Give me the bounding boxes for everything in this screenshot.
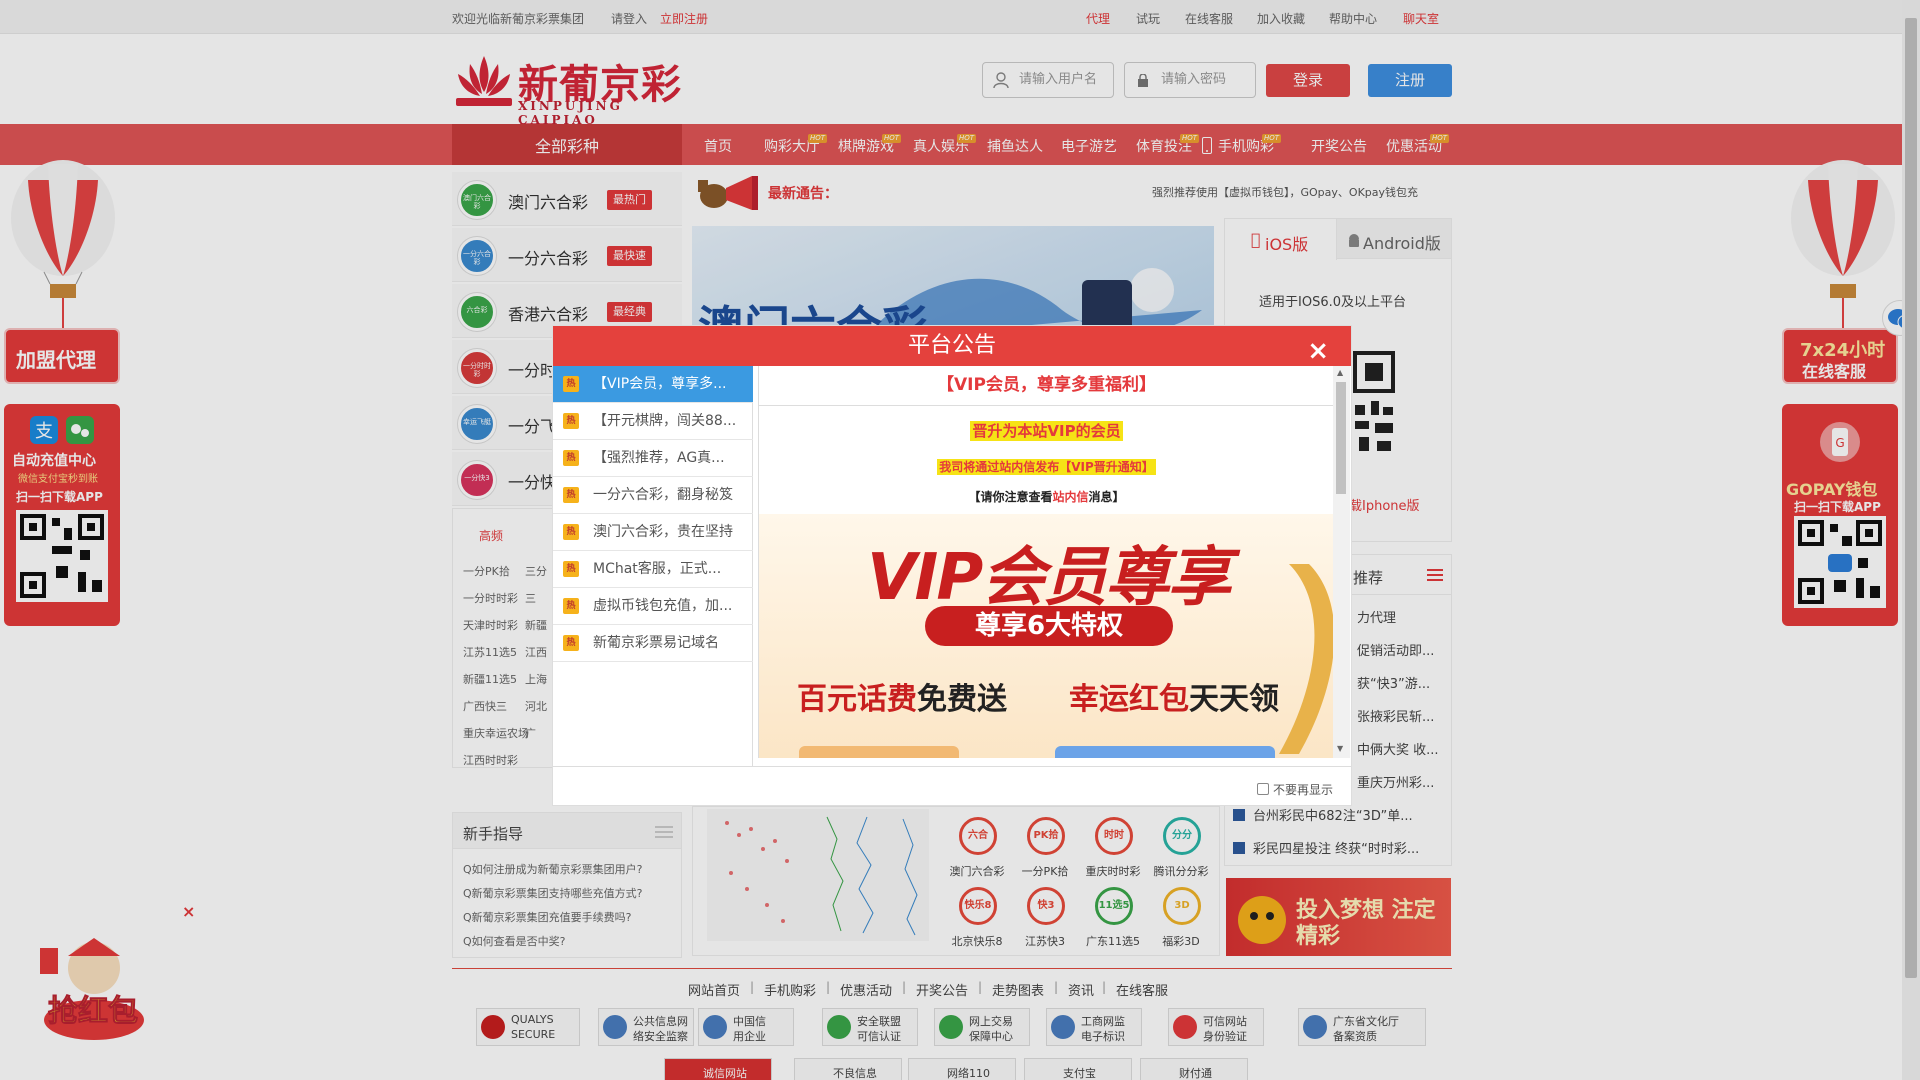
perk-phone-credit: 百元话费免费送 (797, 682, 1007, 717)
dont-show-checkbox[interactable] (1257, 783, 1269, 795)
modal-scrollbar[interactable]: ▲ ▼ (1333, 366, 1350, 758)
vip-poster: VIP会员尊享 尊享6大特权 百元话费免费送 幸运红包天天领 (759, 514, 1333, 758)
modal-scroll-thumb[interactable] (1336, 382, 1346, 494)
inbox-notice-line: 【请你注意查看站内信消息】 (968, 490, 1125, 504)
announcement-title: 新葡京彩票易记域名 (593, 635, 719, 651)
announcement-list: 热【VIP会员，尊享多... 热【开元棋牌，闯关88... 热【强烈推荐，AG真..… (553, 366, 753, 766)
modal-header: 平台公告 × (553, 326, 1351, 366)
hot-mark-icon: 热 (563, 561, 579, 577)
announcement-item[interactable]: 热【开元棋牌，闯关88... (553, 403, 753, 440)
announcement-title: 澳门六合彩，贵在坚持 (593, 524, 733, 540)
close-icon[interactable]: × (1307, 331, 1329, 371)
announcement-item[interactable]: 热 MChat客服，正式... (553, 551, 753, 588)
announcement-title: 【强烈推荐，AG真... (593, 450, 725, 466)
announcement-item[interactable]: 热一分六合彩，翻身秘笈 (553, 477, 753, 514)
modal-footer: 不要再显示 (553, 766, 1351, 807)
announcement-title: 一分六合彩，翻身秘笈 (593, 487, 733, 503)
announcement-item[interactable]: 热澳门六合彩，贵在坚持 (553, 514, 753, 551)
announcement-item[interactable]: 热【VIP会员，尊享多... (553, 366, 753, 403)
vip-big-title: VIP会员尊享 (867, 541, 1231, 615)
announcement-content: 【VIP会员，尊享多重福利】 晋升为本站VIP的会员 我司将通过站内信发布【VI… (758, 366, 1333, 758)
gold-ribbon-icon (1279, 564, 1333, 754)
perk-red-envelope: 幸运红包天天领 (1069, 682, 1279, 717)
hot-mark-icon: 热 (563, 487, 579, 503)
page: 欢迎光临新葡京彩票集团 请登入 立即注册 代理 试玩 在线客服 加入收藏 帮助中… (0, 0, 1920, 1080)
hot-mark-icon: 热 (563, 598, 579, 614)
hot-mark-icon: 热 (563, 635, 579, 651)
vip-ribbon: 尊享6大特权 (925, 606, 1173, 646)
hot-mark-icon: 热 (563, 524, 579, 540)
dont-show-label: 不要再显示 (1273, 783, 1334, 797)
announcement-item[interactable]: 热新葡京彩票易记域名 (553, 625, 753, 662)
vip-promotion-line: 晋升为本站VIP的会员 (970, 421, 1123, 441)
announcement-modal: 平台公告 × 热【VIP会员，尊享多... 热【开元棋牌，闯关88... 热【强烈推… (552, 325, 1352, 806)
announcement-item[interactable]: 热【强烈推荐，AG真... (553, 440, 753, 477)
vip-notice-line: 我司将通过站内信发布【VIP晋升通知】 (937, 459, 1156, 475)
announcement-title: 【开元棋牌，闯关88... (593, 413, 737, 429)
announcement-item[interactable]: 热虚拟币钱包充值，加... (553, 588, 753, 625)
announcement-title: 【VIP会员，尊享多... (593, 376, 727, 392)
modal-title: 平台公告 (907, 333, 996, 358)
hot-mark-icon: 热 (563, 413, 579, 429)
content-title: 【VIP会员，尊享多重福利】 (759, 366, 1333, 406)
announcement-title: 虚拟币钱包充值，加... (593, 598, 733, 614)
announcement-title: MChat客服，正式... (593, 561, 722, 577)
hot-mark-icon: 热 (563, 450, 579, 466)
hot-mark-icon: 热 (563, 376, 579, 392)
